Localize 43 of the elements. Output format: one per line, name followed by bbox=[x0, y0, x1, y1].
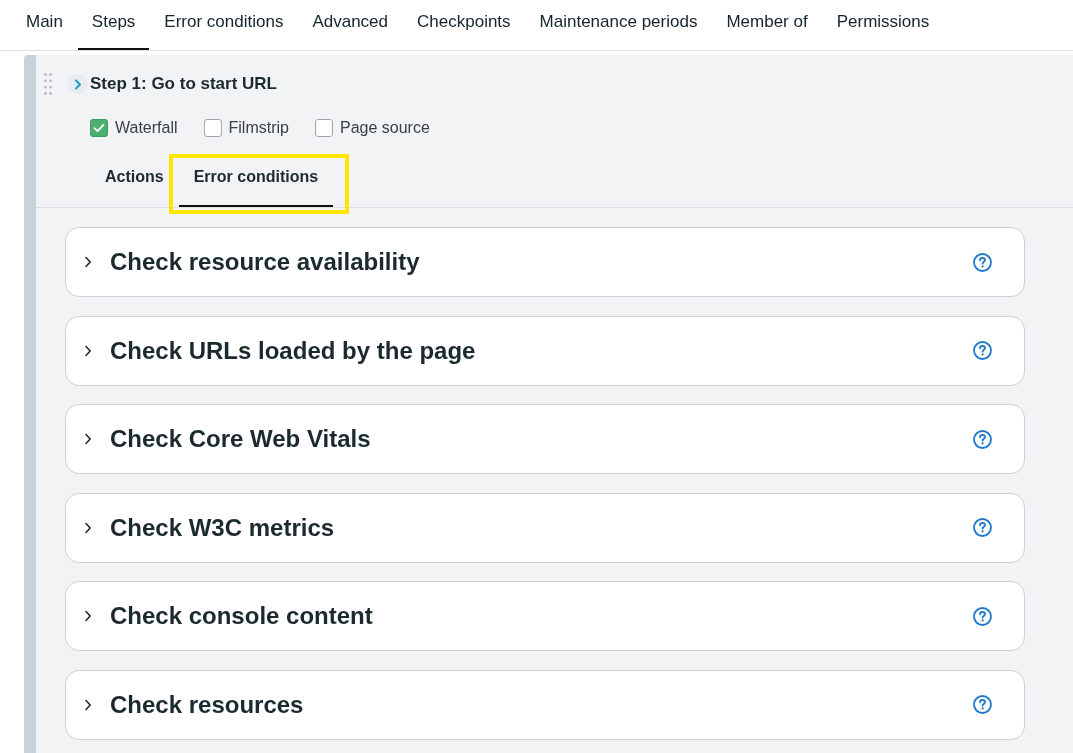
checkbox[interactable] bbox=[90, 119, 108, 137]
help-icon[interactable] bbox=[973, 695, 992, 714]
tab[interactable]: Steps bbox=[77, 0, 150, 50]
tab[interactable]: Member of bbox=[712, 0, 822, 50]
checkbox-label[interactable]: Page source bbox=[339, 116, 430, 140]
help-icon[interactable] bbox=[973, 252, 992, 272]
collapsible-section[interactable]: Check URLs loaded by the page bbox=[65, 315, 1025, 386]
help-icon[interactable] bbox=[973, 606, 992, 626]
section-title: Check Core Web Vitals bbox=[110, 424, 372, 454]
checkbox[interactable] bbox=[203, 119, 222, 137]
checkbox[interactable] bbox=[314, 119, 333, 137]
checkbox-label[interactable]: Filmstrip bbox=[228, 116, 289, 140]
section-title: Check W3C metrics bbox=[110, 512, 336, 543]
tab[interactable]: Actions bbox=[90, 155, 179, 207]
tab[interactable]: Maintenance periods bbox=[525, 0, 712, 50]
help-icon[interactable] bbox=[973, 429, 992, 449]
chevron-icon[interactable] bbox=[84, 433, 92, 445]
collapsible-section[interactable]: Check console content bbox=[65, 581, 1025, 651]
tab[interactable]: Main bbox=[12, 0, 77, 50]
help-icon[interactable] bbox=[973, 341, 992, 360]
step-title: Step 1: Go to start URL bbox=[90, 73, 277, 96]
chevron-icon[interactable] bbox=[84, 610, 92, 622]
help-icon[interactable] bbox=[973, 518, 992, 537]
collapsible-section[interactable]: Check W3C metrics bbox=[65, 492, 1025, 563]
chevron-icon[interactable] bbox=[84, 344, 92, 357]
section-title: Check URLs loaded by the page bbox=[110, 335, 477, 366]
tab[interactable]: Error conditions bbox=[150, 0, 298, 50]
tab[interactable]: Checkpoints bbox=[403, 0, 525, 50]
chevron-icon[interactable] bbox=[84, 521, 92, 534]
section-title: Check resources bbox=[110, 689, 305, 720]
tab[interactable]: Advanced bbox=[298, 0, 403, 50]
collapsible-section[interactable]: Check resource availability bbox=[65, 227, 1025, 297]
collapsible-section[interactable]: Check resources bbox=[65, 669, 1025, 740]
chevron-icon[interactable] bbox=[84, 698, 92, 711]
collapsible-section[interactable]: Check Core Web Vitals bbox=[65, 404, 1025, 474]
section-title: Check resource availability bbox=[110, 247, 421, 277]
section-title: Check console content bbox=[110, 601, 374, 631]
tab[interactable]: Error conditions bbox=[178, 155, 334, 207]
checkbox-label[interactable]: Waterfall bbox=[115, 116, 178, 140]
tab[interactable]: Permissions bbox=[822, 0, 944, 50]
chevron-icon[interactable] bbox=[84, 256, 92, 268]
drag-handle-icon[interactable] bbox=[44, 73, 52, 95]
checkmark-icon bbox=[93, 123, 105, 133]
